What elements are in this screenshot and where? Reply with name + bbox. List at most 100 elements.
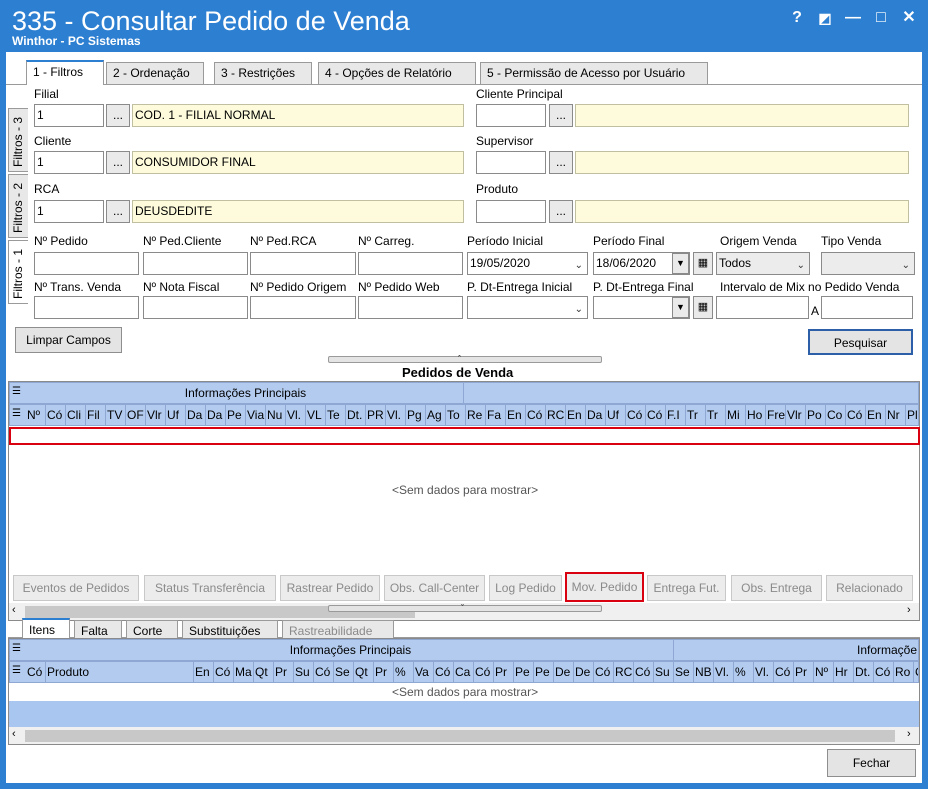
column-header[interactable]: Mi — [726, 405, 746, 425]
scroll-right-icon[interactable]: › — [907, 604, 911, 616]
column-header-produto[interactable]: Produto — [46, 662, 194, 682]
column-header[interactable]: Via — [246, 405, 266, 425]
column-header[interactable]: Pe — [534, 662, 554, 682]
column-header[interactable]: Su — [654, 662, 674, 682]
column-header[interactable]: Ro — [894, 662, 914, 682]
column-header[interactable]: Qt — [354, 662, 374, 682]
column-header[interactable]: Có — [594, 662, 614, 682]
scroll-right-icon[interactable]: › — [907, 728, 911, 740]
intervalo-mix-to-input[interactable] — [821, 296, 913, 319]
column-header[interactable]: Ho — [746, 405, 766, 425]
column-header[interactable]: Ca — [914, 662, 918, 682]
tab-ordenacao[interactable]: 2 - Ordenação — [106, 62, 204, 84]
side-tab-filtros-2[interactable]: Filtros - 2 — [8, 174, 28, 238]
column-header[interactable]: De — [554, 662, 574, 682]
column-header[interactable]: En — [194, 662, 214, 682]
num-pedido-web-input[interactable] — [358, 296, 463, 319]
column-header[interactable]: Pr — [794, 662, 814, 682]
relacionado-button[interactable]: Relacionado — [826, 575, 913, 601]
supervisor-lookup-button[interactable]: ... — [549, 151, 573, 174]
help-icon[interactable]: ? — [787, 8, 807, 28]
tab-filtros[interactable]: 1 - Filtros — [26, 60, 104, 85]
column-header[interactable]: Pr — [494, 662, 514, 682]
column-header[interactable]: Tr — [706, 405, 726, 425]
column-header[interactable]: % — [734, 662, 754, 682]
column-header[interactable]: Vl. — [714, 662, 734, 682]
produto-lookup-button[interactable]: ... — [549, 200, 573, 223]
column-header[interactable]: Da — [586, 405, 606, 425]
splitter-handle-bottom[interactable] — [328, 605, 602, 612]
dt-entrega-final-dropdown-icon[interactable]: ▼ — [672, 297, 689, 318]
column-header[interactable]: Nu — [266, 405, 286, 425]
column-header[interactable]: Pe — [226, 405, 246, 425]
column-header[interactable]: RC — [614, 662, 634, 682]
column-header[interactable]: To — [446, 405, 466, 425]
column-header[interactable]: Fre — [766, 405, 786, 425]
maximize-icon[interactable]: □ — [871, 8, 891, 28]
column-header[interactable]: Po — [806, 405, 826, 425]
side-tab-filtros-3[interactable]: Filtros - 3 — [8, 108, 28, 172]
column-header[interactable]: Ca — [454, 662, 474, 682]
column-header[interactable]: Dt. — [854, 662, 874, 682]
log-pedido-button[interactable]: Log Pedido — [489, 575, 562, 601]
column-chooser-icon[interactable]: ☰ — [12, 643, 21, 654]
column-header[interactable]: Có — [474, 662, 494, 682]
minimize-icon[interactable]: — — [843, 8, 863, 28]
column-header[interactable]: Tr — [686, 405, 706, 425]
column-header[interactable]: Có — [46, 405, 66, 425]
column-header[interactable]: Pr — [374, 662, 394, 682]
column-header[interactable]: Có — [314, 662, 334, 682]
column-chooser-icon[interactable]: ☰ — [12, 386, 21, 397]
column-header[interactable]: Pr — [274, 662, 294, 682]
cliente-lookup-button[interactable]: ... — [106, 151, 130, 174]
tipo-venda-select[interactable]: ⌄ — [821, 252, 915, 275]
rastrear-pedido-button[interactable]: Rastrear Pedido — [280, 575, 380, 601]
chevron-down-icon[interactable]: ˇ — [461, 603, 464, 613]
column-header[interactable]: Va — [414, 662, 434, 682]
column-header[interactable]: Te — [326, 405, 346, 425]
column-header[interactable]: Có — [26, 662, 46, 682]
column-header[interactable]: Qt — [254, 662, 274, 682]
splitter-handle-top[interactable] — [328, 356, 602, 363]
chevron-up-icon[interactable]: ˆ — [458, 354, 461, 364]
column-header[interactable]: Pla — [906, 405, 918, 425]
obs-entrega-button[interactable]: Obs. Entrega — [731, 575, 822, 601]
column-header[interactable]: Nº — [26, 405, 46, 425]
periodo-inicial-input[interactable]: 19/05/2020 ⌄ — [467, 252, 588, 275]
column-header[interactable]: PR — [366, 405, 386, 425]
column-header[interactable]: F.I — [666, 405, 686, 425]
column-header[interactable]: Ma — [234, 662, 254, 682]
itens-horizontal-scrollbar[interactable]: ‹ › — [9, 727, 919, 744]
column-header[interactable]: Su — [294, 662, 314, 682]
column-header[interactable]: Dt. — [346, 405, 366, 425]
chevron-down-icon[interactable]: ⌄ — [575, 299, 583, 318]
num-carreg-input[interactable] — [358, 252, 463, 275]
column-header[interactable]: Re — [466, 405, 486, 425]
column-header[interactable]: Vlr — [146, 405, 166, 425]
tab-restricoes[interactable]: 3 - Restrições — [214, 62, 312, 84]
column-header[interactable]: Có — [874, 662, 894, 682]
column-header[interactable]: Co — [826, 405, 846, 425]
highlighted-empty-row[interactable] — [9, 427, 920, 445]
column-header[interactable]: Có — [626, 405, 646, 425]
column-header[interactable]: Có — [774, 662, 794, 682]
obs-call-center-button[interactable]: Obs. Call-Center — [384, 575, 485, 601]
tab-permissao-acesso[interactable]: 5 - Permissão de Acesso por Usuário — [480, 62, 708, 84]
column-header[interactable]: Có — [434, 662, 454, 682]
rca-code-input[interactable]: 1 — [34, 200, 104, 223]
eventos-pedidos-button[interactable]: Eventos de Pedidos — [13, 575, 139, 601]
column-header[interactable]: Da — [206, 405, 226, 425]
column-header[interactable]: En — [566, 405, 586, 425]
dt-entrega-inicial-input[interactable]: ⌄ — [467, 296, 588, 319]
limpar-campos-button[interactable]: Limpar Campos — [15, 327, 122, 353]
chevron-down-icon[interactable]: ⌄ — [575, 255, 583, 274]
calendar-icon[interactable]: ▦ — [693, 252, 713, 275]
entrega-fut-button[interactable]: Entrega Fut. — [647, 575, 726, 601]
column-header[interactable]: Se — [334, 662, 354, 682]
scroll-thumb[interactable] — [25, 730, 895, 742]
fechar-button[interactable]: Fechar — [827, 749, 916, 777]
column-chooser-icon[interactable]: ☰ — [12, 408, 21, 419]
tab-opcoes-relatorio[interactable]: 4 - Opções de Relatório — [318, 62, 476, 84]
column-header[interactable]: Uf — [606, 405, 626, 425]
column-header[interactable]: Có — [526, 405, 546, 425]
